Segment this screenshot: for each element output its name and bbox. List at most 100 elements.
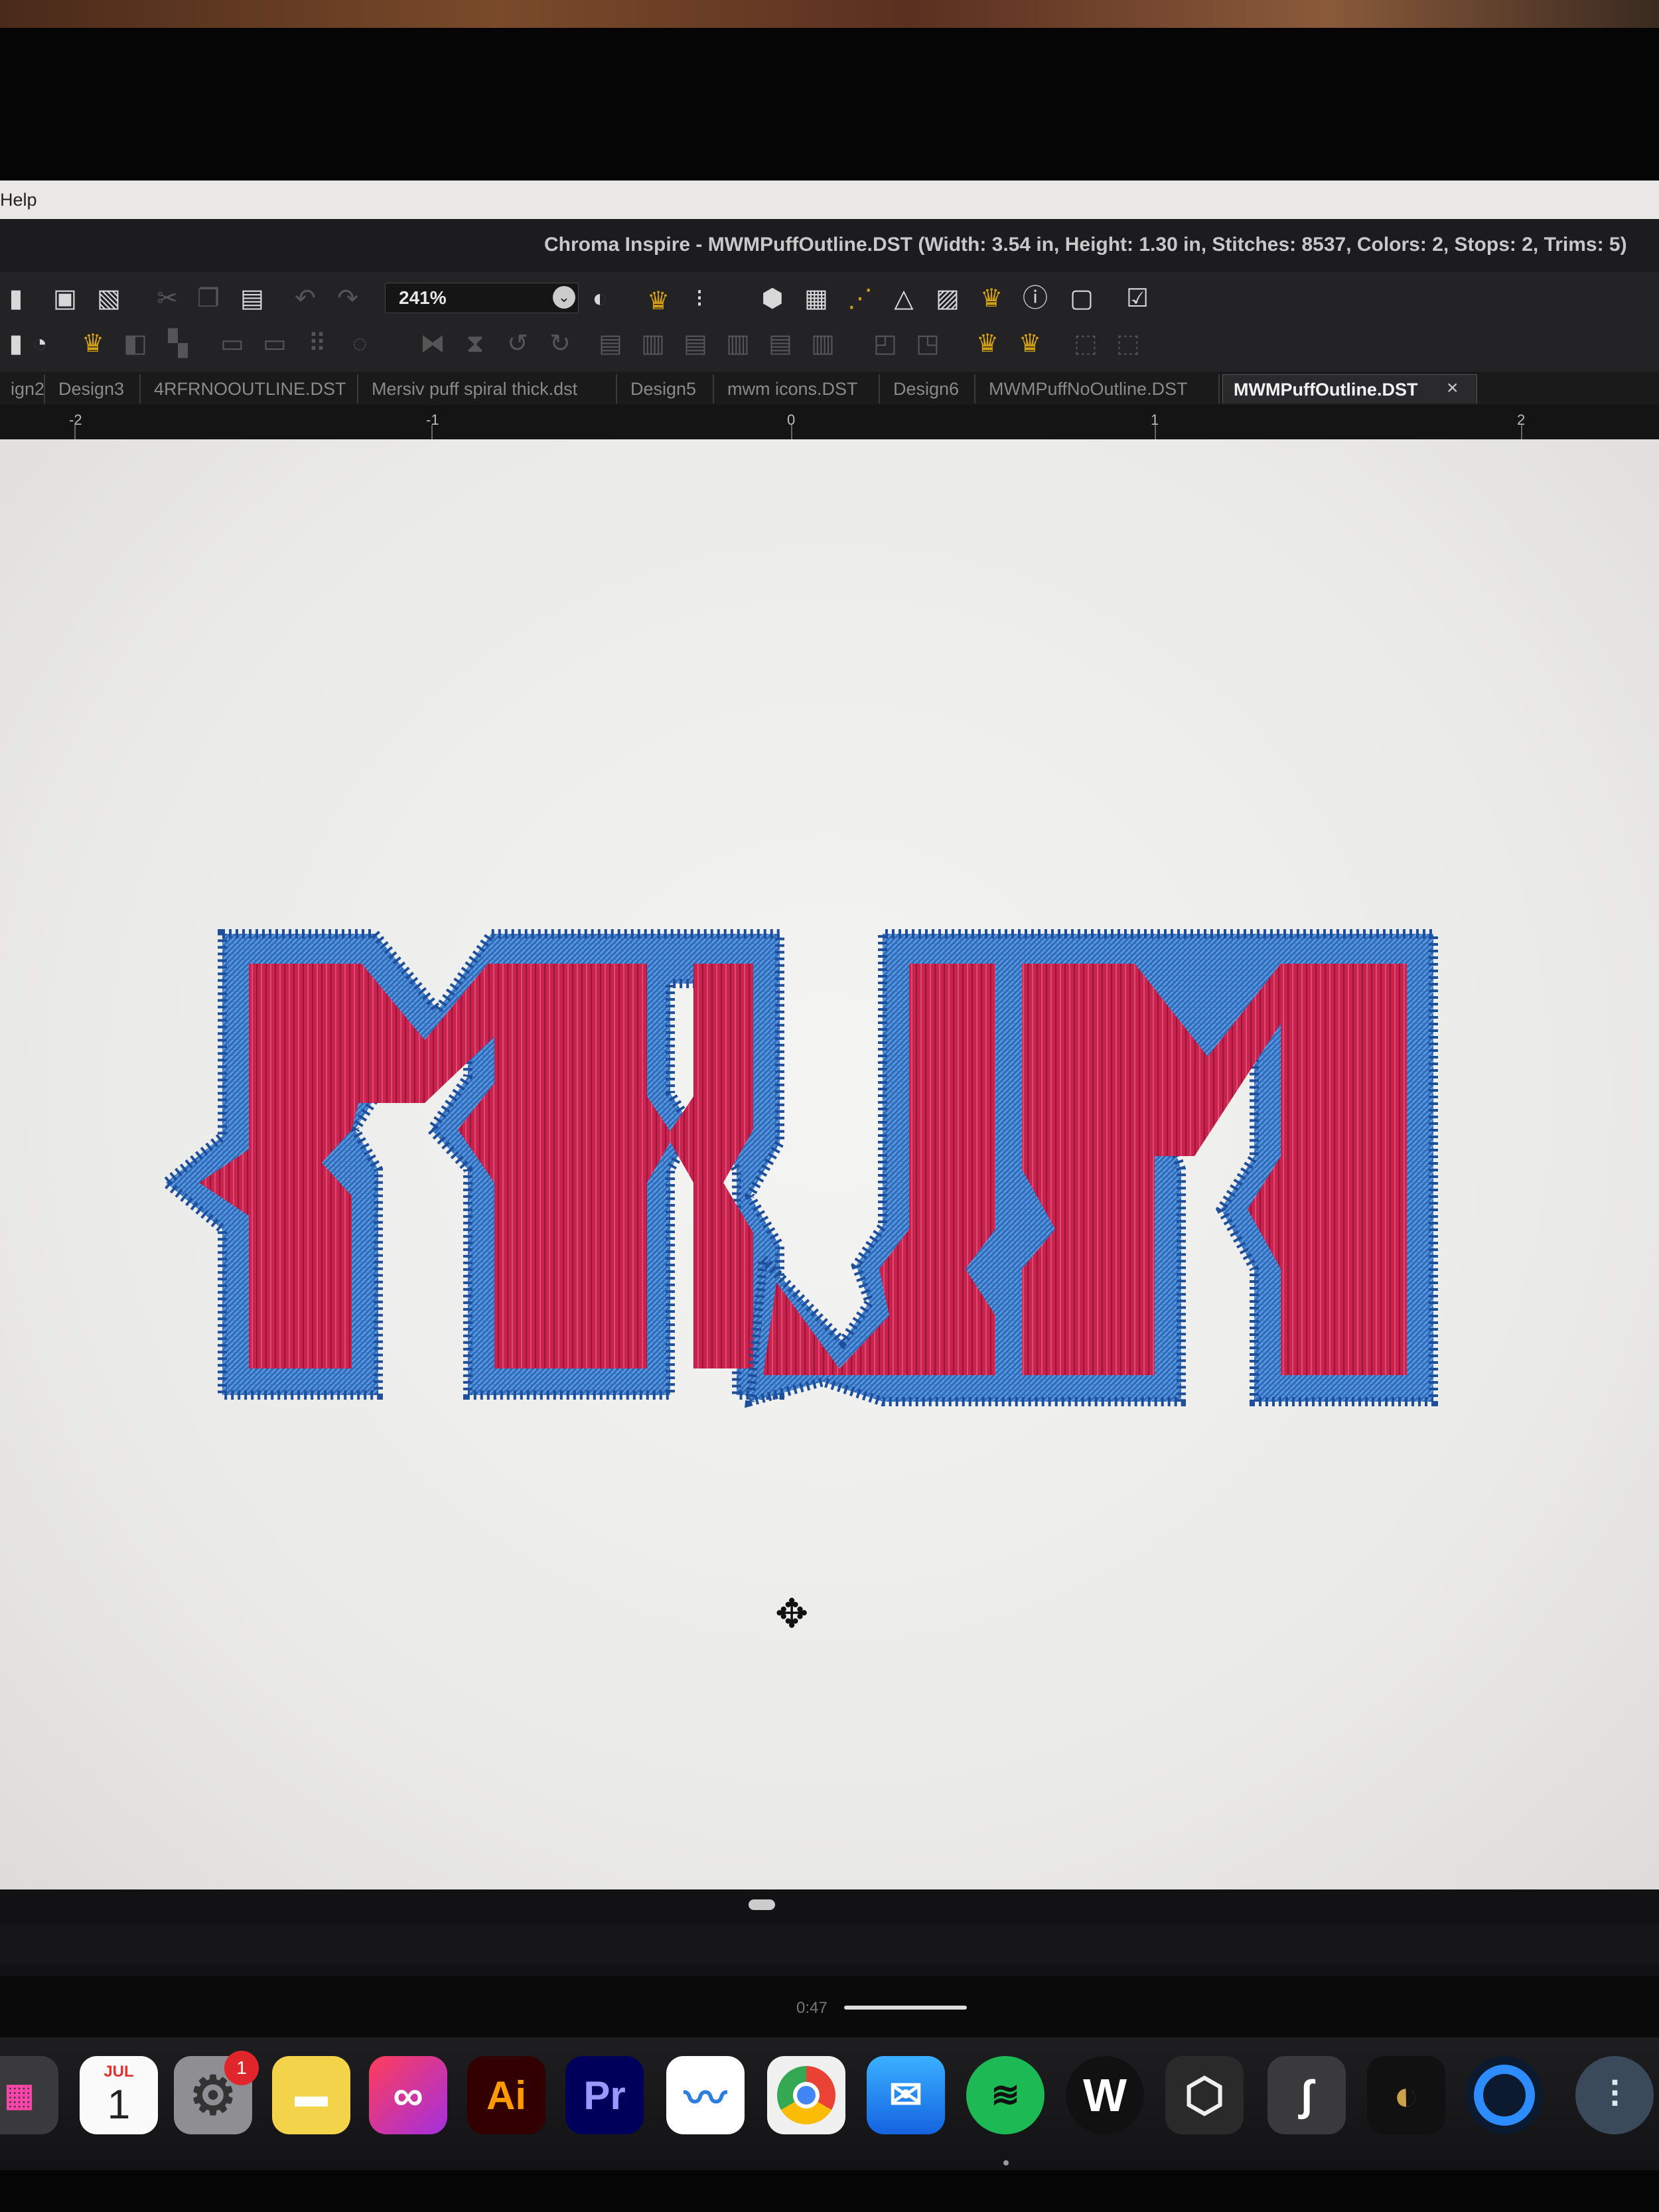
align-left-icon[interactable]: ▤ [595, 328, 626, 360]
align-bottom-icon[interactable]: ▥ [807, 328, 839, 360]
monitor-bezel [0, 28, 1659, 181]
cut-icon[interactable]: ✂ [151, 283, 183, 315]
3d-view-icon[interactable]: ⬢ [757, 283, 788, 315]
rectangle-select-icon[interactable]: ▭ [216, 328, 248, 360]
transform-icon[interactable]: ⬚ [1112, 328, 1144, 360]
color-wheel-icon[interactable]: ◐ [584, 283, 616, 315]
crown-split-icon[interactable]: ♛ [1014, 328, 1046, 360]
crown-edit-icon[interactable]: ♛ [77, 328, 109, 360]
premiere-icon[interactable]: Pr [565, 2056, 644, 2134]
align-top-icon[interactable]: ▥ [722, 328, 754, 360]
ruler-tick [1521, 425, 1522, 439]
seek-bar[interactable] [844, 2006, 967, 2010]
illustrator-label: Ai [486, 2073, 526, 2118]
shortcut-link-icon[interactable]: ∫ [1267, 2056, 1346, 2134]
calendar-icon[interactable]: JUL 1 [80, 2056, 158, 2134]
close-icon[interactable]: × [1447, 372, 1459, 405]
ruler-tick [431, 425, 433, 439]
design-canvas[interactable]: ✥ [0, 439, 1659, 1889]
tab-mersiv-puff-spiral[interactable]: Mersiv puff spiral thick.dst [361, 374, 617, 404]
undo-icon[interactable]: ↶ [289, 283, 321, 315]
scrollbar-thumb[interactable] [749, 1899, 775, 1910]
dots-icon[interactable]: ⠿ [301, 328, 333, 360]
chrome-icon[interactable] [767, 2056, 845, 2134]
bounding-box-icon[interactable]: ⬚ [1070, 328, 1102, 360]
tab-design6[interactable]: Design6 [883, 374, 975, 404]
align-center-icon[interactable]: ▥ [637, 328, 669, 360]
freeform-icon[interactable]: 〰 [666, 2056, 745, 2134]
view-image-icon[interactable]: ▨ [932, 283, 964, 315]
tab-mwmpuffnooutline[interactable]: MWMPuffNoOutline.DST [978, 374, 1220, 404]
group-icon[interactable]: ▚ [162, 328, 194, 360]
window-title: Chroma Inspire - MWMPuffOutline.DST (Wid… [544, 234, 1627, 256]
stitch-points-icon[interactable]: ⋰ [844, 283, 876, 315]
combine-icon[interactable]: ◧ [119, 328, 151, 360]
move-back-icon[interactable]: ◳ [912, 328, 944, 360]
letter-m-left[interactable] [158, 929, 784, 1400]
tab-mwm-icons[interactable]: mwm icons.DST [717, 374, 880, 404]
crown-arrange-icon[interactable]: ♛ [972, 328, 1003, 360]
move-cursor-icon: ✥ [775, 1591, 809, 1636]
creative-cloud-icon[interactable]: ∞ [369, 2056, 447, 2134]
tab-design3[interactable]: Design3 [48, 374, 141, 404]
paste-icon[interactable]: ▤ [236, 283, 268, 315]
horizontal-ruler: -2 -1 0 1 2 [0, 405, 1659, 440]
zoom-value: 241% [399, 287, 447, 308]
ruler-tick [74, 425, 76, 439]
redo-icon[interactable]: ↷ [332, 283, 364, 315]
illustrator-icon[interactable]: Ai [467, 2056, 545, 2134]
tab-mwmpuffoutline[interactable]: MWMPuffOutline.DST [1222, 374, 1477, 404]
open-design-icon[interactable]: ▣ [49, 283, 81, 315]
lasso-icon[interactable]: ◌ [344, 328, 376, 360]
align-right-icon[interactable]: ▤ [680, 328, 711, 360]
ruler-tick [1155, 425, 1156, 439]
tab-design5[interactable]: Design5 [620, 374, 714, 404]
move-front-icon[interactable]: ◰ [869, 328, 901, 360]
ruler-tick [791, 425, 792, 439]
audio-mixer-icon[interactable]: ⫶ [1575, 2056, 1654, 2134]
traffic-light-icon[interactable]: ⁝ [684, 283, 715, 315]
notes-icon[interactable]: ▬ [272, 2056, 350, 2134]
frame-icon[interactable]: ▭ [259, 328, 291, 360]
launchpad-icon[interactable]: ▦ [0, 2056, 58, 2134]
chevron-down-icon[interactable]: ⌄ [553, 286, 575, 309]
align-middle-icon[interactable]: ▤ [764, 328, 796, 360]
tab-4rfrnooutline[interactable]: 4RFRNOOUTLINE.DST [143, 374, 358, 404]
stamp-icon[interactable]: ▮ [0, 283, 32, 315]
toolbar-row-1: ▮ ▣ ▧ ✂ ❐ ▤ ↶ ↷ 241% ⌄ ◐ ♛ ⁝ ⬢ ▦ ⋰ △ ▨ ♛… [0, 272, 1659, 319]
mirror-vertical-icon[interactable]: ⧗ [459, 328, 491, 360]
calendar-day: 1 [107, 2081, 131, 2128]
waves-icon[interactable]: W [1066, 2056, 1144, 2134]
rotate-right-icon[interactable]: ↻ [544, 328, 576, 360]
mail-icon[interactable]: ✉ [867, 2056, 945, 2134]
letter-w-right[interactable] [745, 929, 1438, 1408]
menu-help[interactable]: Help [0, 190, 37, 210]
nodes-icon[interactable]: △ [888, 283, 920, 315]
status-row [0, 1925, 1659, 1964]
info-icon[interactable]: ⓘ [1019, 283, 1051, 315]
menu-bar: Help [0, 181, 1659, 220]
calendar-month: JUL [104, 2062, 134, 2081]
import-image-icon[interactable]: ▧ [93, 283, 125, 315]
window-title-bar: Chroma Inspire - MWMPuffOutline.DST (Wid… [0, 219, 1659, 272]
rotate-left-icon[interactable]: ↺ [502, 328, 534, 360]
monitor-bottom-bezel [0, 2170, 1659, 2212]
crown-icon[interactable]: ♛ [642, 285, 674, 317]
zoom-select[interactable]: 241% ⌄ [385, 283, 579, 313]
tab-design2[interactable]: ign2 [0, 374, 45, 404]
checklist-icon[interactable]: ☑ [1121, 283, 1153, 315]
audio-plugin-icon[interactable]: ◐ [1367, 2056, 1445, 2134]
copy-icon[interactable]: ❐ [192, 283, 224, 315]
spotify-icon[interactable]: ≋ [966, 2056, 1045, 2134]
magnet-icon[interactable]: ◔ [24, 328, 56, 360]
embroidery-design [158, 929, 1438, 1408]
running-indicator [1003, 2160, 1009, 2166]
blender-cube-icon[interactable]: ⬡ [1165, 2056, 1244, 2134]
crown-tool-icon[interactable]: ♛ [975, 283, 1007, 315]
premiere-label: Pr [583, 2073, 626, 2118]
cortex-ring-icon[interactable] [1465, 2056, 1544, 2134]
hoop-icon[interactable]: ▢ [1066, 283, 1098, 315]
toolbar-row-2: ▮ ◔ ♛ ◧ ▚ ▭ ▭ ⠿ ◌ ⧓ ⧗ ↺ ↻ ▤ ▥ ▤ ▥ ▤ ▥ ◰ … [0, 320, 1659, 366]
grid-icon[interactable]: ▦ [800, 283, 832, 315]
mirror-horizontal-icon[interactable]: ⧓ [417, 328, 449, 360]
